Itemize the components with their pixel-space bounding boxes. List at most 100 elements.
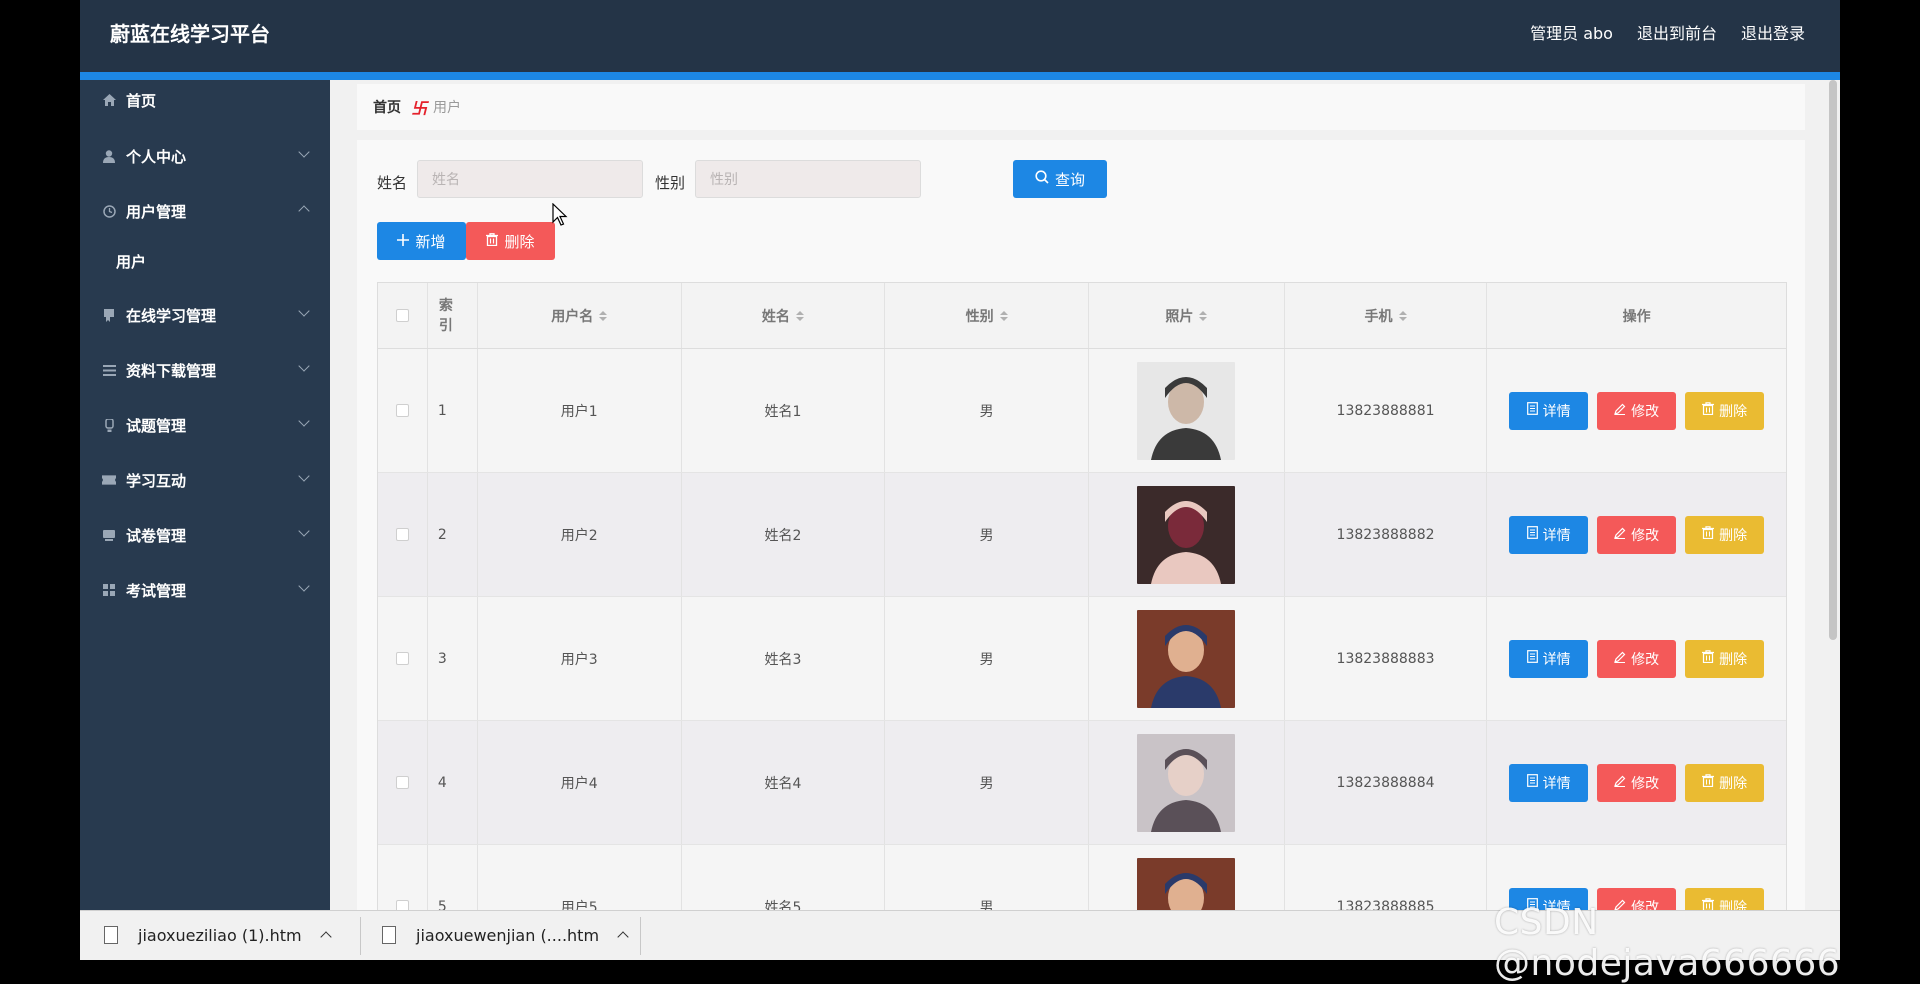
detail-button[interactable]: 详情 bbox=[1509, 639, 1589, 678]
user-photo[interactable] bbox=[1137, 857, 1236, 911]
logout-link[interactable]: 退出登录 bbox=[1741, 20, 1805, 44]
header-username-label: 用户名 bbox=[551, 308, 594, 325]
delete-button-label: 删除 bbox=[1719, 775, 1748, 792]
download-item[interactable]: jiaoxuewenjian (....htm bbox=[382, 911, 629, 959]
row-gender: 男 bbox=[885, 597, 1089, 720]
edit-button[interactable]: 修改 bbox=[1597, 391, 1677, 430]
sort-icon bbox=[999, 310, 1008, 321]
document-icon bbox=[1526, 650, 1538, 667]
row-phone: 13823888884 bbox=[1285, 721, 1488, 844]
header-username[interactable]: 用户名 bbox=[478, 283, 682, 348]
row-phone: 13823888882 bbox=[1285, 473, 1488, 596]
detail-button-label: 详情 bbox=[1542, 651, 1571, 668]
sidebar-item-download-management[interactable]: 资料下载管理 bbox=[80, 350, 330, 390]
row-actions: 详情 修改 删除 bbox=[1487, 597, 1786, 720]
trash-icon bbox=[1702, 402, 1715, 419]
header-photo[interactable]: 照片 bbox=[1089, 283, 1285, 348]
row-name: 姓名3 bbox=[682, 597, 886, 720]
chevron-up-icon[interactable] bbox=[319, 931, 332, 943]
row-select-cell bbox=[378, 721, 428, 844]
header-index: 索引 bbox=[428, 283, 478, 348]
download-item[interactable]: jiaoxueziliao (1).htm bbox=[104, 911, 332, 959]
row-name: 姓名5 bbox=[682, 845, 886, 910]
row-username: 用户5 bbox=[478, 845, 682, 910]
app-window: 蔚蓝在线学习平台 管理员 abo 退出到前台 退出登录 首页 个人中心 用户管理… bbox=[80, 0, 1840, 910]
user-photo[interactable] bbox=[1137, 361, 1236, 460]
exit-to-front-link[interactable]: 退出到前台 bbox=[1637, 20, 1717, 44]
file-icon bbox=[382, 926, 396, 944]
header-phone[interactable]: 手机 bbox=[1285, 283, 1488, 348]
delete-button[interactable]: 删除 bbox=[1685, 763, 1765, 802]
gender-search-input[interactable] bbox=[695, 160, 921, 198]
add-button-label: 新增 bbox=[415, 232, 446, 251]
user-photo[interactable] bbox=[1137, 609, 1236, 708]
file-icon bbox=[104, 926, 118, 944]
row-select-cell bbox=[378, 845, 428, 910]
header-name-label: 姓名 bbox=[761, 308, 790, 325]
pencil-icon bbox=[1614, 527, 1626, 543]
detail-button[interactable]: 详情 bbox=[1509, 391, 1589, 430]
batch-delete-button[interactable]: 删除 bbox=[466, 222, 555, 260]
app-title: 蔚蓝在线学习平台 bbox=[110, 22, 270, 46]
detail-button[interactable]: 详情 bbox=[1509, 763, 1589, 802]
top-bar-links: 管理员 abo 退出到前台 退出登录 bbox=[1530, 20, 1805, 44]
user-icon bbox=[102, 149, 116, 163]
add-button[interactable]: 新增 bbox=[377, 222, 466, 260]
sidebar-item-online-learning[interactable]: 在线学习管理 bbox=[80, 295, 330, 335]
grid-icon bbox=[102, 583, 116, 597]
sort-icon bbox=[599, 310, 608, 321]
header-gender[interactable]: 性别 bbox=[885, 283, 1089, 348]
chevron-down-icon bbox=[298, 146, 310, 158]
row-photo-cell bbox=[1089, 597, 1285, 720]
document-icon bbox=[1526, 526, 1538, 543]
delete-button[interactable]: 删除 bbox=[1685, 639, 1765, 678]
sidebar-item-exam-management[interactable]: 考试管理 bbox=[80, 570, 330, 610]
query-button-label: 查询 bbox=[1054, 170, 1085, 189]
sidebar-item-label: 首页 bbox=[126, 91, 157, 110]
breadcrumb-separator-icon: 卐 bbox=[411, 99, 428, 118]
sidebar-item-personal-center[interactable]: 个人中心 bbox=[80, 136, 330, 176]
row-checkbox[interactable] bbox=[395, 900, 409, 910]
chevron-up-icon[interactable] bbox=[617, 931, 629, 943]
row-actions: 详情 修改 删除 bbox=[1487, 845, 1786, 910]
name-search-input[interactable] bbox=[417, 160, 643, 198]
sidebar-item-label: 用户管理 bbox=[126, 202, 187, 221]
header-select-all bbox=[378, 283, 428, 348]
admin-label: 管理员 abo bbox=[1530, 24, 1613, 43]
edit-button[interactable]: 修改 bbox=[1597, 515, 1677, 554]
table-body: 1 用户1 姓名1 男 13823888881 详情 修改 删除 2 用户2 姓… bbox=[378, 349, 1786, 910]
detail-button-label: 详情 bbox=[1542, 527, 1571, 544]
breadcrumb-home[interactable]: 首页 bbox=[373, 97, 401, 117]
download-filename: jiaoxuewenjian (....htm bbox=[416, 925, 600, 945]
sidebar-item-user-management[interactable]: 用户管理 bbox=[80, 191, 330, 231]
edit-button[interactable]: 修改 bbox=[1597, 639, 1677, 678]
row-checkbox[interactable] bbox=[395, 776, 409, 789]
row-photo-cell bbox=[1089, 473, 1285, 596]
sidebar-subitem-users[interactable]: 用户 bbox=[80, 241, 330, 281]
top-bar: 蔚蓝在线学习平台 管理员 abo 退出到前台 退出登录 bbox=[80, 0, 1840, 72]
row-checkbox[interactable] bbox=[395, 652, 409, 665]
row-index: 5 bbox=[428, 845, 478, 910]
row-phone: 13823888885 bbox=[1285, 845, 1488, 910]
delete-button[interactable]: 删除 bbox=[1685, 391, 1765, 430]
sidebar-item-paper-management[interactable]: 试卷管理 bbox=[80, 515, 330, 555]
sidebar-item-home[interactable]: 首页 bbox=[80, 80, 330, 120]
query-button[interactable]: 查询 bbox=[1013, 160, 1107, 198]
sidebar-item-question-management[interactable]: 试题管理 bbox=[80, 405, 330, 445]
delete-button-label: 删除 bbox=[1719, 403, 1748, 420]
sidebar-item-learning-interaction[interactable]: 学习互动 bbox=[80, 460, 330, 500]
header-name[interactable]: 姓名 bbox=[682, 283, 886, 348]
edit-button[interactable]: 修改 bbox=[1597, 763, 1677, 802]
row-checkbox[interactable] bbox=[395, 528, 409, 541]
detail-button[interactable]: 详情 bbox=[1509, 515, 1589, 554]
user-photo[interactable] bbox=[1137, 733, 1236, 832]
header-phone-label: 手机 bbox=[1364, 308, 1393, 325]
user-photo[interactable] bbox=[1137, 485, 1236, 584]
table-row: 4 用户4 姓名4 男 13823888884 详情 修改 删除 bbox=[378, 721, 1786, 845]
download-separator bbox=[640, 917, 641, 955]
table-row: 3 用户3 姓名3 男 13823888883 详情 修改 删除 bbox=[378, 597, 1786, 721]
select-all-checkbox[interactable] bbox=[395, 309, 409, 322]
row-checkbox[interactable] bbox=[395, 404, 409, 417]
delete-button[interactable]: 删除 bbox=[1685, 515, 1765, 554]
page-scrollbar[interactable] bbox=[1829, 80, 1837, 640]
